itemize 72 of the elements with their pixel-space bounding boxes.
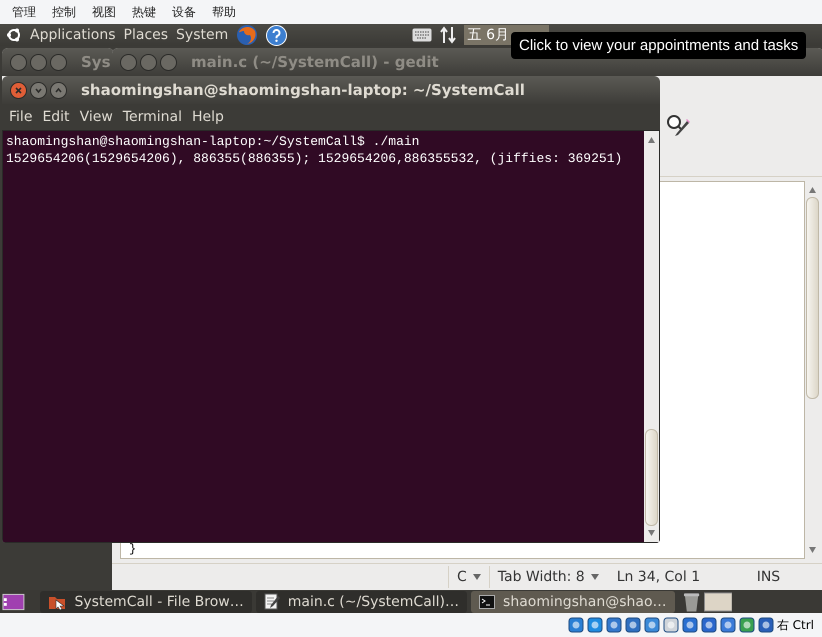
terminal-line: 1529654206(1529654206), 886355(886355); 1529654206,886355532, (jiffies: 369251) [6, 150, 624, 167]
window-title: shaomingshan@shaomingshan-laptop: ~/SystemCall [81, 81, 525, 99]
scrollbar-thumb[interactable] [806, 197, 819, 399]
menu-item[interactable]: Help [186, 109, 229, 125]
status-icon[interactable] [758, 617, 774, 633]
host-key-label: 右 Ctrl [776, 616, 814, 634]
taskbar-button[interactable]: shaomingshan@shao… [471, 590, 675, 612]
tab-width-dropdown[interactable]: Tab Width: 8 [488, 566, 607, 588]
up-arrow-icon[interactable] [648, 137, 655, 143]
status-icon[interactable] [568, 617, 584, 633]
status-icon[interactable] [720, 617, 736, 633]
window-title: Sys [81, 53, 111, 71]
status-icon[interactable] [624, 617, 641, 633]
close-button[interactable] [10, 54, 27, 70]
menu-item[interactable]: View [74, 109, 118, 125]
caret-icon [472, 574, 481, 580]
maximize-button[interactable] [50, 54, 67, 70]
terminal-icon [479, 594, 496, 608]
status-icon[interactable] [606, 617, 622, 633]
window-title: main.c (~/SystemCall) - gedit [191, 53, 439, 71]
down-arrow-icon[interactable] [809, 547, 816, 553]
menu-item[interactable]: 帮助 [204, 4, 244, 20]
taskbar-button[interactable]: SystemCall - File Brow… [40, 590, 252, 612]
terminal-line: shaomingshan@shaomingshan-laptop:~/SystemCall$ ./main [6, 133, 420, 150]
insert-mode: INS [756, 569, 782, 585]
menu-item[interactable]: 设备 [164, 4, 204, 20]
taskbar-button[interactable]: main.c (~/SystemCall)… [256, 590, 468, 612]
workspace-switcher-icon[interactable] [704, 592, 732, 612]
menu-item[interactable]: 视图 [84, 4, 124, 20]
menu-item[interactable]: 控制 [44, 4, 84, 20]
document-pencil-icon [264, 593, 280, 610]
panel-menu[interactable]: Places [124, 27, 168, 43]
network-arrows-icon[interactable] [440, 26, 456, 44]
maximize-button[interactable] [50, 82, 67, 98]
x-icon [14, 86, 23, 94]
chevron-down-icon [34, 86, 43, 94]
down-arrow-icon[interactable] [648, 530, 655, 536]
menu-item[interactable]: 热键 [124, 4, 164, 20]
minimize-button[interactable] [30, 54, 47, 70]
close-button[interactable] [10, 82, 27, 98]
status-icon[interactable] [682, 617, 698, 633]
menu-item[interactable]: Edit [37, 109, 75, 125]
find-replace-icon[interactable] [666, 114, 690, 138]
browser-globe-icon[interactable] [236, 24, 258, 46]
code-line: } [129, 542, 138, 556]
minimize-button[interactable] [140, 54, 157, 70]
tooltip: Click to view your appointments and tasks [511, 32, 806, 59]
minimize-button[interactable] [30, 82, 47, 98]
keyboard-icon[interactable] [412, 28, 432, 42]
menu-item[interactable]: Terminal [118, 109, 187, 125]
show-desktop-icon[interactable] [2, 592, 25, 610]
status-icon[interactable] [700, 617, 717, 633]
trash-icon[interactable] [682, 590, 700, 612]
close-button[interactable] [120, 54, 137, 70]
status-icon[interactable] [662, 617, 679, 633]
up-arrow-icon[interactable] [809, 187, 816, 193]
menu-item[interactable]: 管理 [4, 4, 44, 20]
panel-menu[interactable]: System [176, 27, 228, 43]
cursor-position: Ln 34, Col 1 [616, 569, 702, 585]
chevron-up-icon [54, 86, 63, 94]
scrollbar-thumb[interactable] [645, 429, 658, 526]
status-icon[interactable] [644, 617, 660, 633]
caret-icon [590, 574, 599, 580]
help-icon[interactable] [266, 24, 288, 46]
panel-menu[interactable]: Applications [30, 27, 116, 43]
maximize-button[interactable] [160, 54, 177, 70]
logo-icon[interactable] [6, 27, 22, 43]
language-dropdown[interactable]: C [448, 566, 489, 588]
menu-item[interactable]: File [4, 109, 38, 125]
scrollbar[interactable] [644, 131, 659, 542]
status-icon[interactable] [586, 617, 603, 633]
status-icon[interactable] [738, 617, 755, 633]
